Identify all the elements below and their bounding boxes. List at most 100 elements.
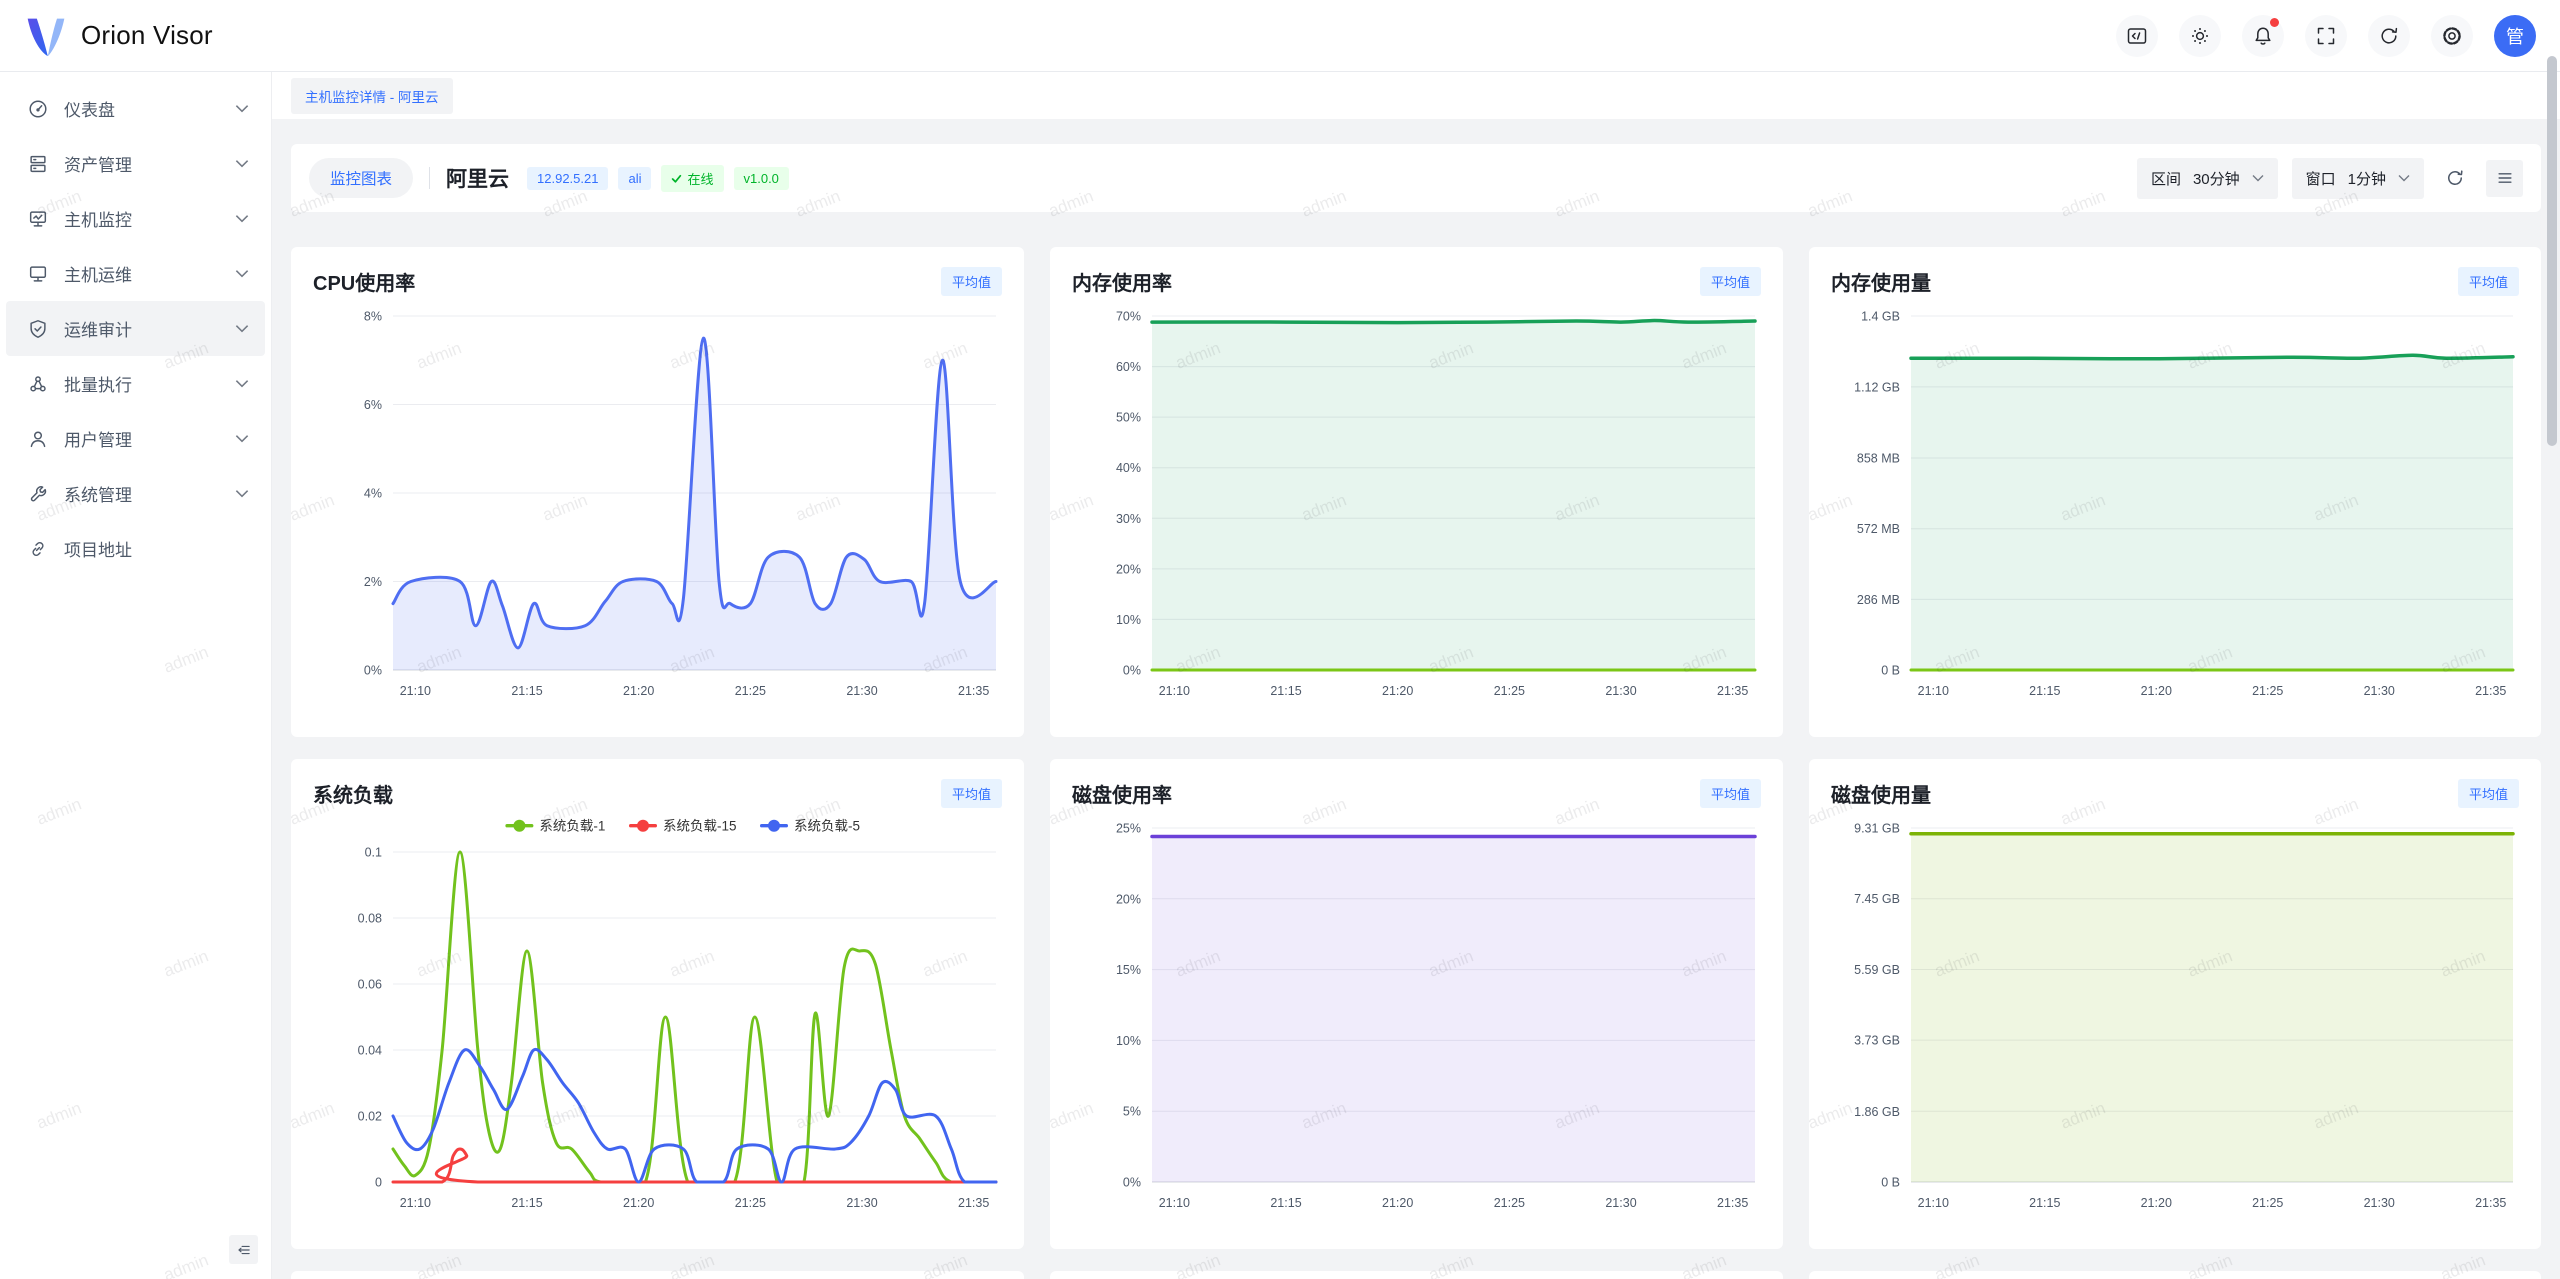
sidebar-item-project-link[interactable]: 项目地址 <box>6 521 265 576</box>
chart-title: 内存使用率 <box>1072 267 1172 296</box>
notification-dot <box>2270 18 2279 27</box>
avg-value-badge: 平均值 <box>1700 779 1761 808</box>
refresh-button[interactable] <box>2368 15 2410 57</box>
sidebar-item-assets[interactable]: 资产管理 <box>6 136 265 191</box>
svg-text:21:20: 21:20 <box>623 684 654 698</box>
svg-text:21:35: 21:35 <box>1717 1196 1748 1210</box>
refresh-icon <box>2444 167 2466 189</box>
settings-button[interactable] <box>2431 15 2473 57</box>
menu-lines-icon <box>2495 168 2515 188</box>
online-check-icon <box>671 174 682 183</box>
svg-text:572 MB: 572 MB <box>1857 522 1900 536</box>
host-toolbar: 监控图表 阿里云 12.92.5.21 ali 在线 v1.0.0 <box>291 144 2541 212</box>
svg-text:0.04: 0.04 <box>358 1044 382 1058</box>
host-badges: 12.92.5.21 ali 在线 v1.0.0 <box>527 165 789 192</box>
chart-title: 磁盘使用率 <box>1072 779 1172 808</box>
svg-text:21:35: 21:35 <box>2475 684 2506 698</box>
fullscreen-button[interactable] <box>2305 15 2347 57</box>
svg-text:30%: 30% <box>1116 512 1141 526</box>
svg-text:21:30: 21:30 <box>846 684 877 698</box>
svg-text:0.02: 0.02 <box>358 1110 382 1124</box>
svg-text:21:35: 21:35 <box>958 1196 989 1210</box>
breadcrumb-tab[interactable]: 主机监控详情 - 阿里云 <box>291 78 453 114</box>
monitor-icon <box>27 263 49 285</box>
code-button[interactable] <box>2116 15 2158 57</box>
sidebar-item-user-mgmt[interactable]: 用户管理 <box>6 411 265 466</box>
svg-text:21:10: 21:10 <box>1918 684 1949 698</box>
cluster-nodes-icon <box>27 373 49 395</box>
svg-text:21:25: 21:25 <box>2252 684 2283 698</box>
chevron-down-icon <box>2252 174 2264 182</box>
memory-usage-rate-chart[interactable]: 0%10%20%30%40%50%60%70%21:1021:1521:2021… <box>1072 300 1761 704</box>
theme-toggle-button[interactable] <box>2179 15 2221 57</box>
svg-text:20%: 20% <box>1116 562 1141 576</box>
svg-text:21:30: 21:30 <box>1605 1196 1636 1210</box>
avatar[interactable]: 管 <box>2494 15 2536 57</box>
svg-text:0%: 0% <box>364 664 382 678</box>
notifications-button[interactable] <box>2242 15 2284 57</box>
sidebar-item-host-monitor[interactable]: 主机监控 <box>6 191 265 246</box>
system-load-chart[interactable]: 00.020.040.060.080.121:1021:1521:2021:25… <box>313 812 1002 1216</box>
sidebar-item-ops-audit[interactable]: 运维审计 <box>6 301 265 356</box>
svg-text:70%: 70% <box>1116 310 1141 324</box>
dashboard-gauge-icon <box>27 98 49 120</box>
svg-text:1.86 GB: 1.86 GB <box>1854 1105 1900 1119</box>
host-status-badge: 在线 <box>661 165 723 192</box>
range-select[interactable]: 区间 30分钟 <box>2137 158 2278 199</box>
svg-text:1.4 GB: 1.4 GB <box>1861 310 1900 324</box>
memory-usage-amount-chart[interactable]: 0 B286 MB572 MB858 MB1.12 GB1.4 GB21:102… <box>1831 300 2519 704</box>
sidebar-item-host-ops[interactable]: 主机运维 <box>6 246 265 301</box>
fullscreen-icon <box>2314 24 2338 48</box>
host-alias-badge: ali <box>618 167 651 190</box>
svg-text:21:15: 21:15 <box>511 1196 542 1210</box>
svg-text:21:15: 21:15 <box>2029 1196 2060 1210</box>
menu-fold-icon <box>235 1240 252 1260</box>
vertical-scrollbar[interactable] <box>2547 56 2557 446</box>
chevron-down-icon <box>235 324 249 333</box>
disk-usage-rate-chart[interactable]: 0%5%10%15%20%25%21:1021:1521:2021:2521:3… <box>1072 812 1761 1216</box>
host-name: 阿里云 <box>446 163 509 193</box>
cpu-usage-chart[interactable]: 0%2%4%6%8%21:1021:1521:2021:2521:3021:35 <box>313 300 1002 704</box>
svg-text:系统负载-1: 系统负载-1 <box>539 819 605 834</box>
disk-usage-amount-chart[interactable]: 0 B1.86 GB3.73 GB5.59 GB7.45 GB9.31 GB21… <box>1831 812 2519 1216</box>
svg-text:0%: 0% <box>1123 664 1141 678</box>
svg-text:21:35: 21:35 <box>1717 684 1748 698</box>
svg-text:21:30: 21:30 <box>2364 1196 2395 1210</box>
svg-text:5.59 GB: 5.59 GB <box>1854 963 1900 977</box>
svg-text:3.73 GB: 3.73 GB <box>1854 1034 1900 1048</box>
chevron-down-icon <box>235 269 249 278</box>
chevron-down-icon <box>2398 174 2410 182</box>
svg-text:21:25: 21:25 <box>2252 1196 2283 1210</box>
svg-text:21:20: 21:20 <box>1382 684 1413 698</box>
card-header: 磁盘使用量 平均值 <box>1831 779 2519 808</box>
user-icon <box>27 428 49 450</box>
sidebar-item-dashboard[interactable]: 仪表盘 <box>6 81 265 136</box>
sidebar-item-label: 运维审计 <box>64 316 220 341</box>
host-status-text: 在线 <box>687 169 713 188</box>
chart-title: CPU使用率 <box>313 267 415 296</box>
svg-text:25%: 25% <box>1116 822 1141 836</box>
charts-grid: CPU使用率 平均值 0%2%4%6%8%21:1021:1521:2021:2… <box>291 247 2541 1279</box>
svg-text:0 B: 0 B <box>1881 664 1900 678</box>
svg-text:21:20: 21:20 <box>623 1196 654 1210</box>
disk-usage-rate-card: 磁盘使用率 平均值 0%5%10%15%20%25%21:1021:1521:2… <box>1050 759 1783 1249</box>
svg-text:21:25: 21:25 <box>1494 684 1525 698</box>
chevron-down-icon <box>235 104 249 113</box>
main-area: 主机监控详情 - 阿里云 监控图表 阿里云 12.92.5.21 ali 在线 … <box>272 0 2560 1279</box>
code-icon <box>2125 24 2149 48</box>
svg-text:0: 0 <box>375 1176 382 1190</box>
window-select[interactable]: 窗口 1分钟 <box>2292 158 2424 199</box>
chevron-down-icon <box>235 159 249 168</box>
sidebar-item-label: 主机运维 <box>64 261 220 286</box>
memory-usage-amount-card: 内存使用量 平均值 0 B286 MB572 MB858 MB1.12 GB1.… <box>1809 247 2541 737</box>
svg-text:7.45 GB: 7.45 GB <box>1854 892 1900 906</box>
chart-settings-button[interactable] <box>2486 160 2523 197</box>
host-ip-badge: 12.92.5.21 <box>527 167 608 190</box>
sidebar-item-batch-exec[interactable]: 批量执行 <box>6 356 265 411</box>
svg-text:21:15: 21:15 <box>1270 684 1301 698</box>
tab-monitor-charts[interactable]: 监控图表 <box>309 158 413 198</box>
sidebar-item-system-mgmt[interactable]: 系统管理 <box>6 466 265 521</box>
sidebar-collapse-button[interactable] <box>229 1235 258 1264</box>
range-select-label: 区间 <box>2151 168 2181 189</box>
charts-refresh-button[interactable] <box>2438 161 2472 195</box>
